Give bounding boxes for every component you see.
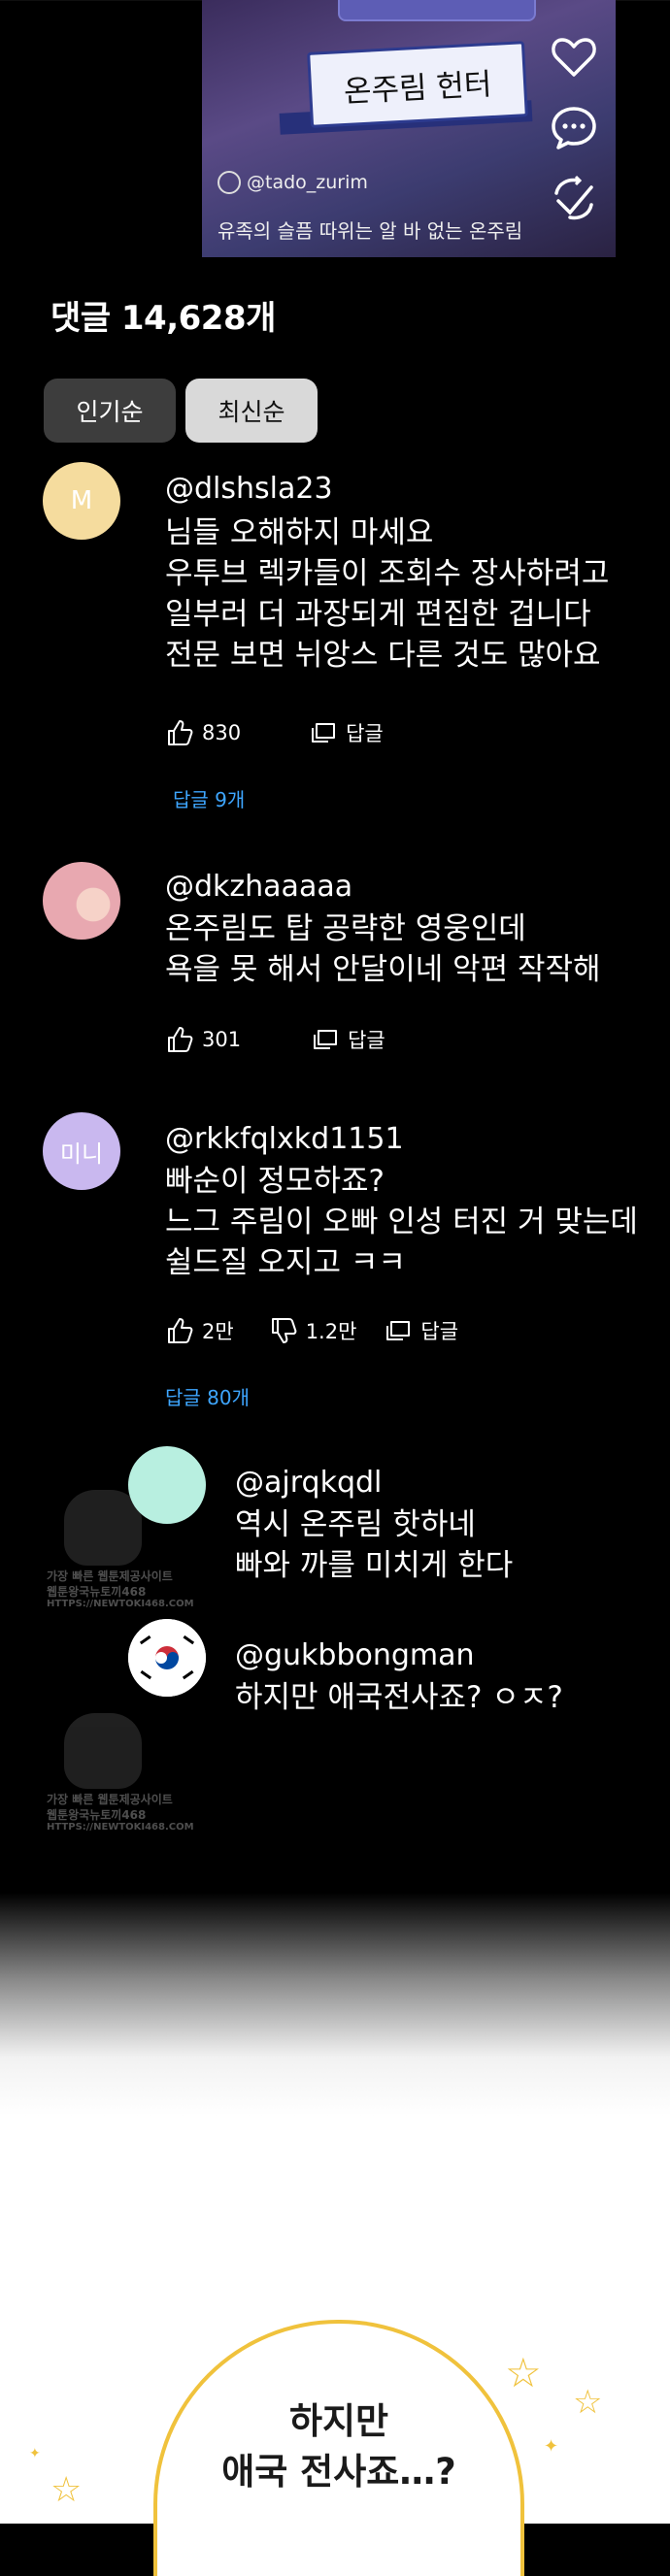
like-button[interactable]: 2만	[165, 1316, 234, 1345]
comment-text-line: 욕을 못 해서 안달이네 악편 작작해	[165, 952, 601, 987]
comment-handle[interactable]: @rkkfqlxkd1151	[165, 1122, 404, 1156]
reply-button[interactable]: 답글	[384, 1316, 458, 1345]
heart-icon[interactable]	[548, 31, 600, 83]
watermark-text: 웹툰왕국뉴토끼468	[47, 1808, 147, 1822]
view-replies-link[interactable]: 답글 80개	[165, 1382, 250, 1410]
thumbs-up-icon	[168, 720, 193, 745]
speech-line: 애국 전사죠…?	[221, 2451, 456, 2493]
comment-actions: 2만 1.2만 답글	[165, 1316, 507, 1345]
avatar[interactable]	[43, 862, 120, 940]
nameplate: 온주림 헌터	[307, 41, 528, 128]
reply-handle[interactable]: @gukbbongman	[235, 1638, 475, 1672]
sparkle-icon: ☆	[573, 2383, 603, 2422]
thumbs-up-icon	[168, 1027, 193, 1052]
sparkle-icon: ☆	[50, 2470, 83, 2510]
watermark-text: 웹툰왕국뉴토끼468	[47, 1585, 147, 1599]
like-count: 830	[202, 721, 242, 744]
reply-text-line: 하지만 애국전사죠? ㅇㅈ?	[235, 1680, 563, 1715]
watermark-text: HTTPS://NEWTOKI468.COM	[47, 1822, 194, 1833]
comment-handle[interactable]: @dkzhaaaaa	[165, 870, 352, 904]
comment-text-line: 빠순이 정모하죠?	[165, 1164, 385, 1199]
comment-text-line: 쉴드질 오지고 ㅋㅋ	[165, 1245, 406, 1280]
watermark: 가장 빠른 웹툰제공사이트 웹툰왕국뉴토끼468 HTTPS://NEWTOKI…	[47, 1713, 194, 1847]
speech-bubble: 하지만 애국 전사죠…?	[153, 2320, 524, 2576]
share-icon[interactable]	[548, 173, 600, 225]
sort-popular-button[interactable]: 인기순	[44, 379, 176, 443]
avatar[interactable]: M	[43, 462, 120, 540]
thumbs-up-icon	[168, 1318, 193, 1343]
reply-text-line: 역시 온주림 핫하네	[235, 1507, 476, 1542]
comment-text-line: 전문 보면 뉘앙스 다른 것도 많아요	[165, 638, 601, 673]
watermark-text: 가장 빠른 웹툰제공사이트	[47, 1793, 173, 1806]
comment-actions: 301 답글	[165, 1025, 434, 1054]
reply-button[interactable]: 답글	[309, 718, 384, 747]
like-button[interactable]: 301	[165, 1025, 241, 1054]
avatar[interactable]	[128, 1446, 206, 1524]
watermark-mascot	[64, 1490, 142, 1566]
like-button[interactable]: 830	[165, 718, 241, 747]
dislike-button[interactable]: 1.2만	[269, 1316, 357, 1345]
comments-count-title: 댓글 14,628개	[50, 299, 276, 338]
reply-icon	[386, 1321, 411, 1340]
like-count: 301	[202, 1028, 242, 1051]
channel-handle: @tado_zurim	[247, 172, 368, 193]
reply-label: 답글	[420, 1320, 459, 1343]
comment-icon[interactable]	[548, 101, 600, 153]
reply-label: 답글	[348, 1029, 385, 1052]
watermark-text: HTTPS://NEWTOKI468.COM	[47, 1599, 194, 1609]
comment-text-line: 일부러 더 과장되게 편집한 겁니다	[165, 597, 591, 632]
watermark-mascot	[64, 1713, 142, 1789]
reply-label: 답글	[346, 722, 384, 745]
korea-flag-icon	[128, 1619, 206, 1697]
sort-latest-button[interactable]: 최신순	[185, 379, 318, 443]
sparkle-icon: ☆	[505, 2349, 542, 2396]
reply-handle[interactable]: @ajrqkqdl	[235, 1466, 382, 1500]
comment-text-line: 님들 오해하지 마세요	[165, 515, 434, 550]
reply-button[interactable]: 답글	[311, 1025, 385, 1054]
comment-handle[interactable]: @dlshsla23	[165, 472, 333, 506]
sparkle-icon: ✦	[29, 2446, 41, 2461]
sparkle-icon: ✦	[544, 2436, 559, 2457]
avatar[interactable]: 미니	[43, 1112, 120, 1190]
video-thumbnail[interactable]: 온주림 헌터 @tado_zurim 유족의 슬픔 따위는 알 바 없는 온주림	[202, 0, 616, 257]
comment-actions: 830 답글	[165, 718, 432, 747]
comment-text-line: 우투브 렉카들이 조회수 장사하려고	[165, 556, 610, 591]
video-banner	[338, 0, 536, 21]
dislike-count: 1.2만	[305, 1320, 357, 1343]
avatar[interactable]	[128, 1619, 206, 1697]
like-count: 2만	[202, 1320, 234, 1343]
channel-name[interactable]: @tado_zurim	[218, 171, 368, 194]
reply-text-line: 빠와 까를 미치게 한다	[235, 1548, 514, 1583]
view-replies-link[interactable]: 답글 9개	[173, 784, 245, 812]
comment-text-line: 느그 주림이 오빠 인성 터진 거 맞는데	[165, 1205, 638, 1239]
comment-text-line: 온주림도 탑 공략한 영웅인데	[165, 911, 526, 946]
video-caption: 유족의 슬픔 따위는 알 바 없는 온주림	[218, 219, 523, 243]
channel-avatar-icon	[218, 171, 241, 194]
reply-icon	[312, 723, 336, 743]
thumbs-down-icon	[271, 1318, 297, 1343]
watermark-text: 가장 빠른 웹툰제공사이트	[47, 1569, 173, 1583]
reply-icon	[314, 1030, 338, 1049]
speech-line: 하지만	[288, 2400, 389, 2442]
